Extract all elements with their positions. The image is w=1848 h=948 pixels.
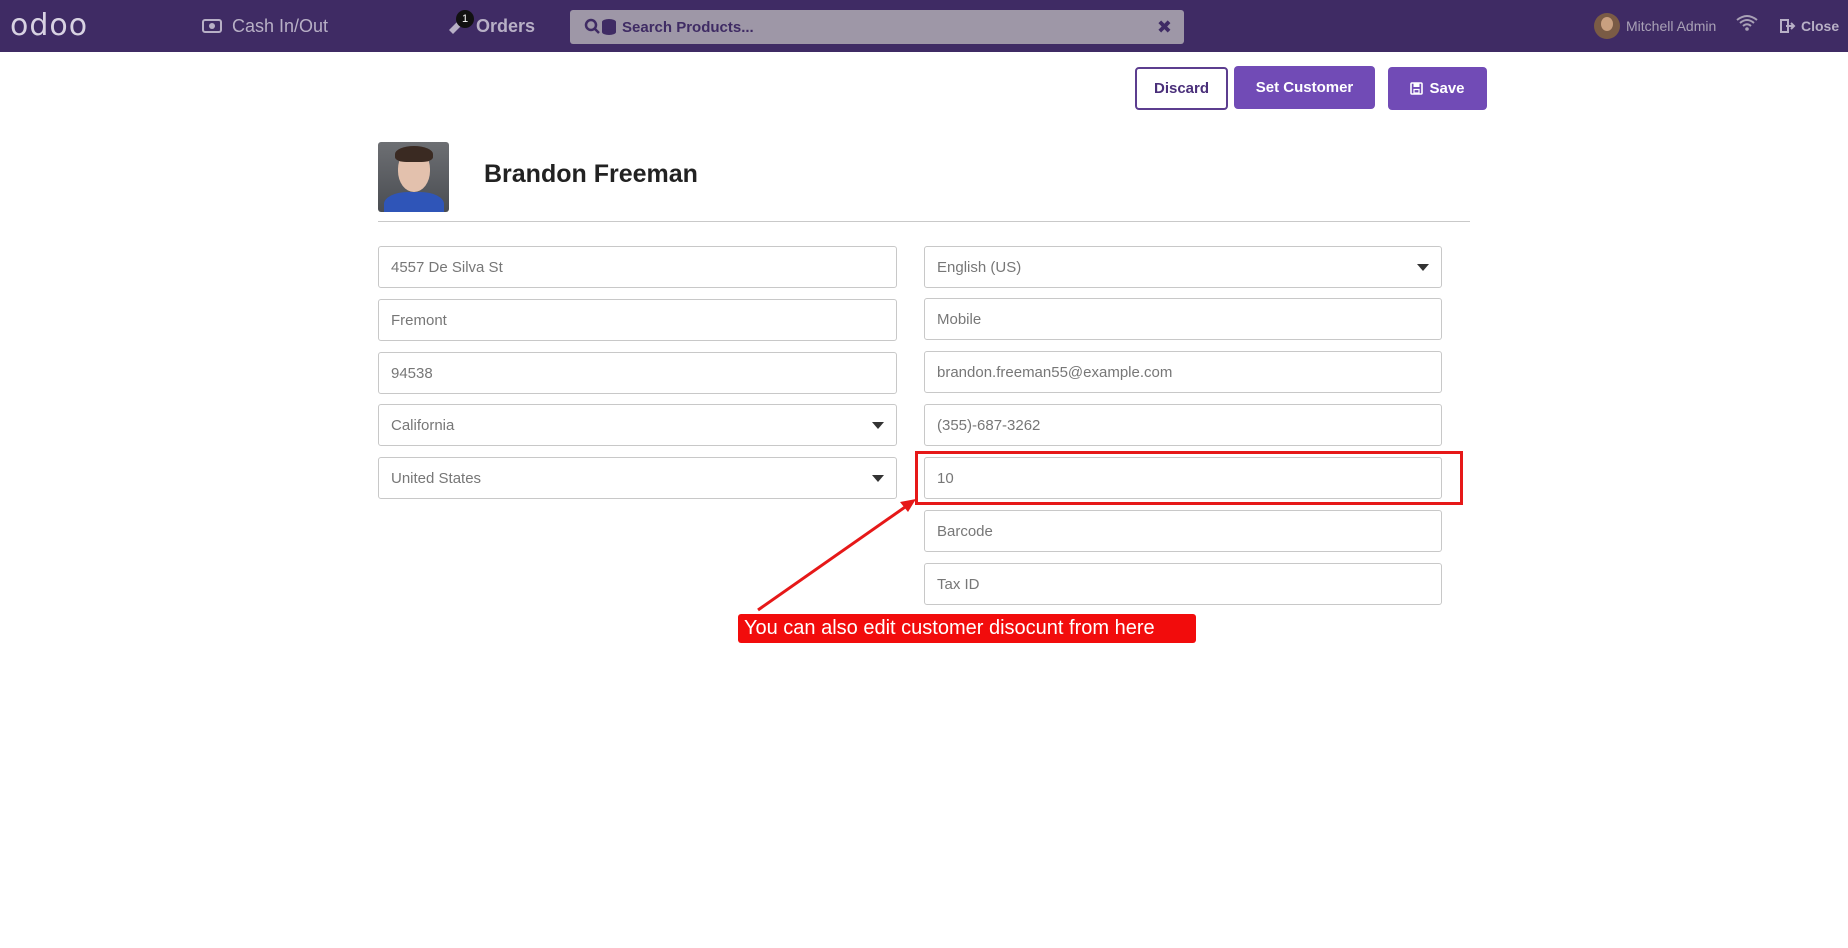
tax-id-field[interactable]: Tax ID [924, 563, 1442, 605]
save-button[interactable]: Save [1388, 67, 1487, 110]
mobile-field[interactable]: Mobile [924, 298, 1442, 340]
zip-field[interactable]: 94538 [378, 352, 897, 394]
set-customer-button[interactable]: Set Customer [1234, 66, 1375, 109]
money-icon [202, 19, 222, 33]
caret-down-icon [1417, 264, 1429, 271]
country-value: United States [391, 469, 482, 487]
language-select[interactable]: English (US) [924, 246, 1442, 288]
country-select[interactable]: United States [378, 457, 897, 499]
close-label: Close [1801, 18, 1840, 34]
customer-name-field[interactable]: Brandon Freeman [484, 160, 698, 189]
barcode-field[interactable]: Barcode [924, 510, 1442, 552]
floppy-disk-icon [1410, 82, 1424, 95]
cash-in-out-label: Cash In/Out [232, 15, 329, 36]
orders-label: Orders [476, 15, 536, 36]
caret-down-icon [872, 422, 884, 429]
caret-down-icon [872, 475, 884, 482]
cash-in-out-button[interactable]: Cash In/Out [202, 0, 328, 52]
discount-highlight-box [915, 451, 1463, 505]
wifi-icon [1736, 14, 1758, 36]
phone-field[interactable]: (355)-687-3262 [924, 404, 1442, 446]
email-field[interactable]: brandon.freeman55@example.com [924, 351, 1442, 393]
orders-count-badge: 1 [456, 10, 474, 28]
sign-out-icon [1780, 19, 1796, 33]
city-field[interactable]: Fremont [378, 299, 897, 341]
odoo-logo: odoo [10, 8, 89, 43]
close-button[interactable]: Close [1780, 0, 1839, 52]
street-field[interactable]: 4557 De Silva St [378, 246, 897, 288]
user-name: Mitchell Admin [1626, 18, 1717, 34]
user-avatar [1594, 13, 1620, 39]
top-navbar: odoo Cash In/Out Orders 1 Search Product… [0, 0, 1848, 52]
annotation-callout: You can also edit customer disocunt from… [738, 614, 1196, 643]
language-value: English (US) [937, 258, 1022, 276]
product-search-bar[interactable]: Search Products... ✖ [570, 10, 1184, 44]
user-menu[interactable]: Mitchell Admin [1594, 0, 1716, 52]
search-input[interactable]: Search Products... [622, 19, 754, 36]
state-value: California [391, 416, 455, 434]
clear-search-icon[interactable]: ✖ [1157, 17, 1172, 38]
state-select[interactable]: California [378, 404, 897, 446]
save-label: Save [1429, 80, 1465, 97]
header-divider [378, 221, 1470, 222]
search-icon [584, 18, 618, 36]
customer-avatar[interactable] [378, 142, 449, 212]
discard-button[interactable]: Discard [1135, 67, 1228, 110]
